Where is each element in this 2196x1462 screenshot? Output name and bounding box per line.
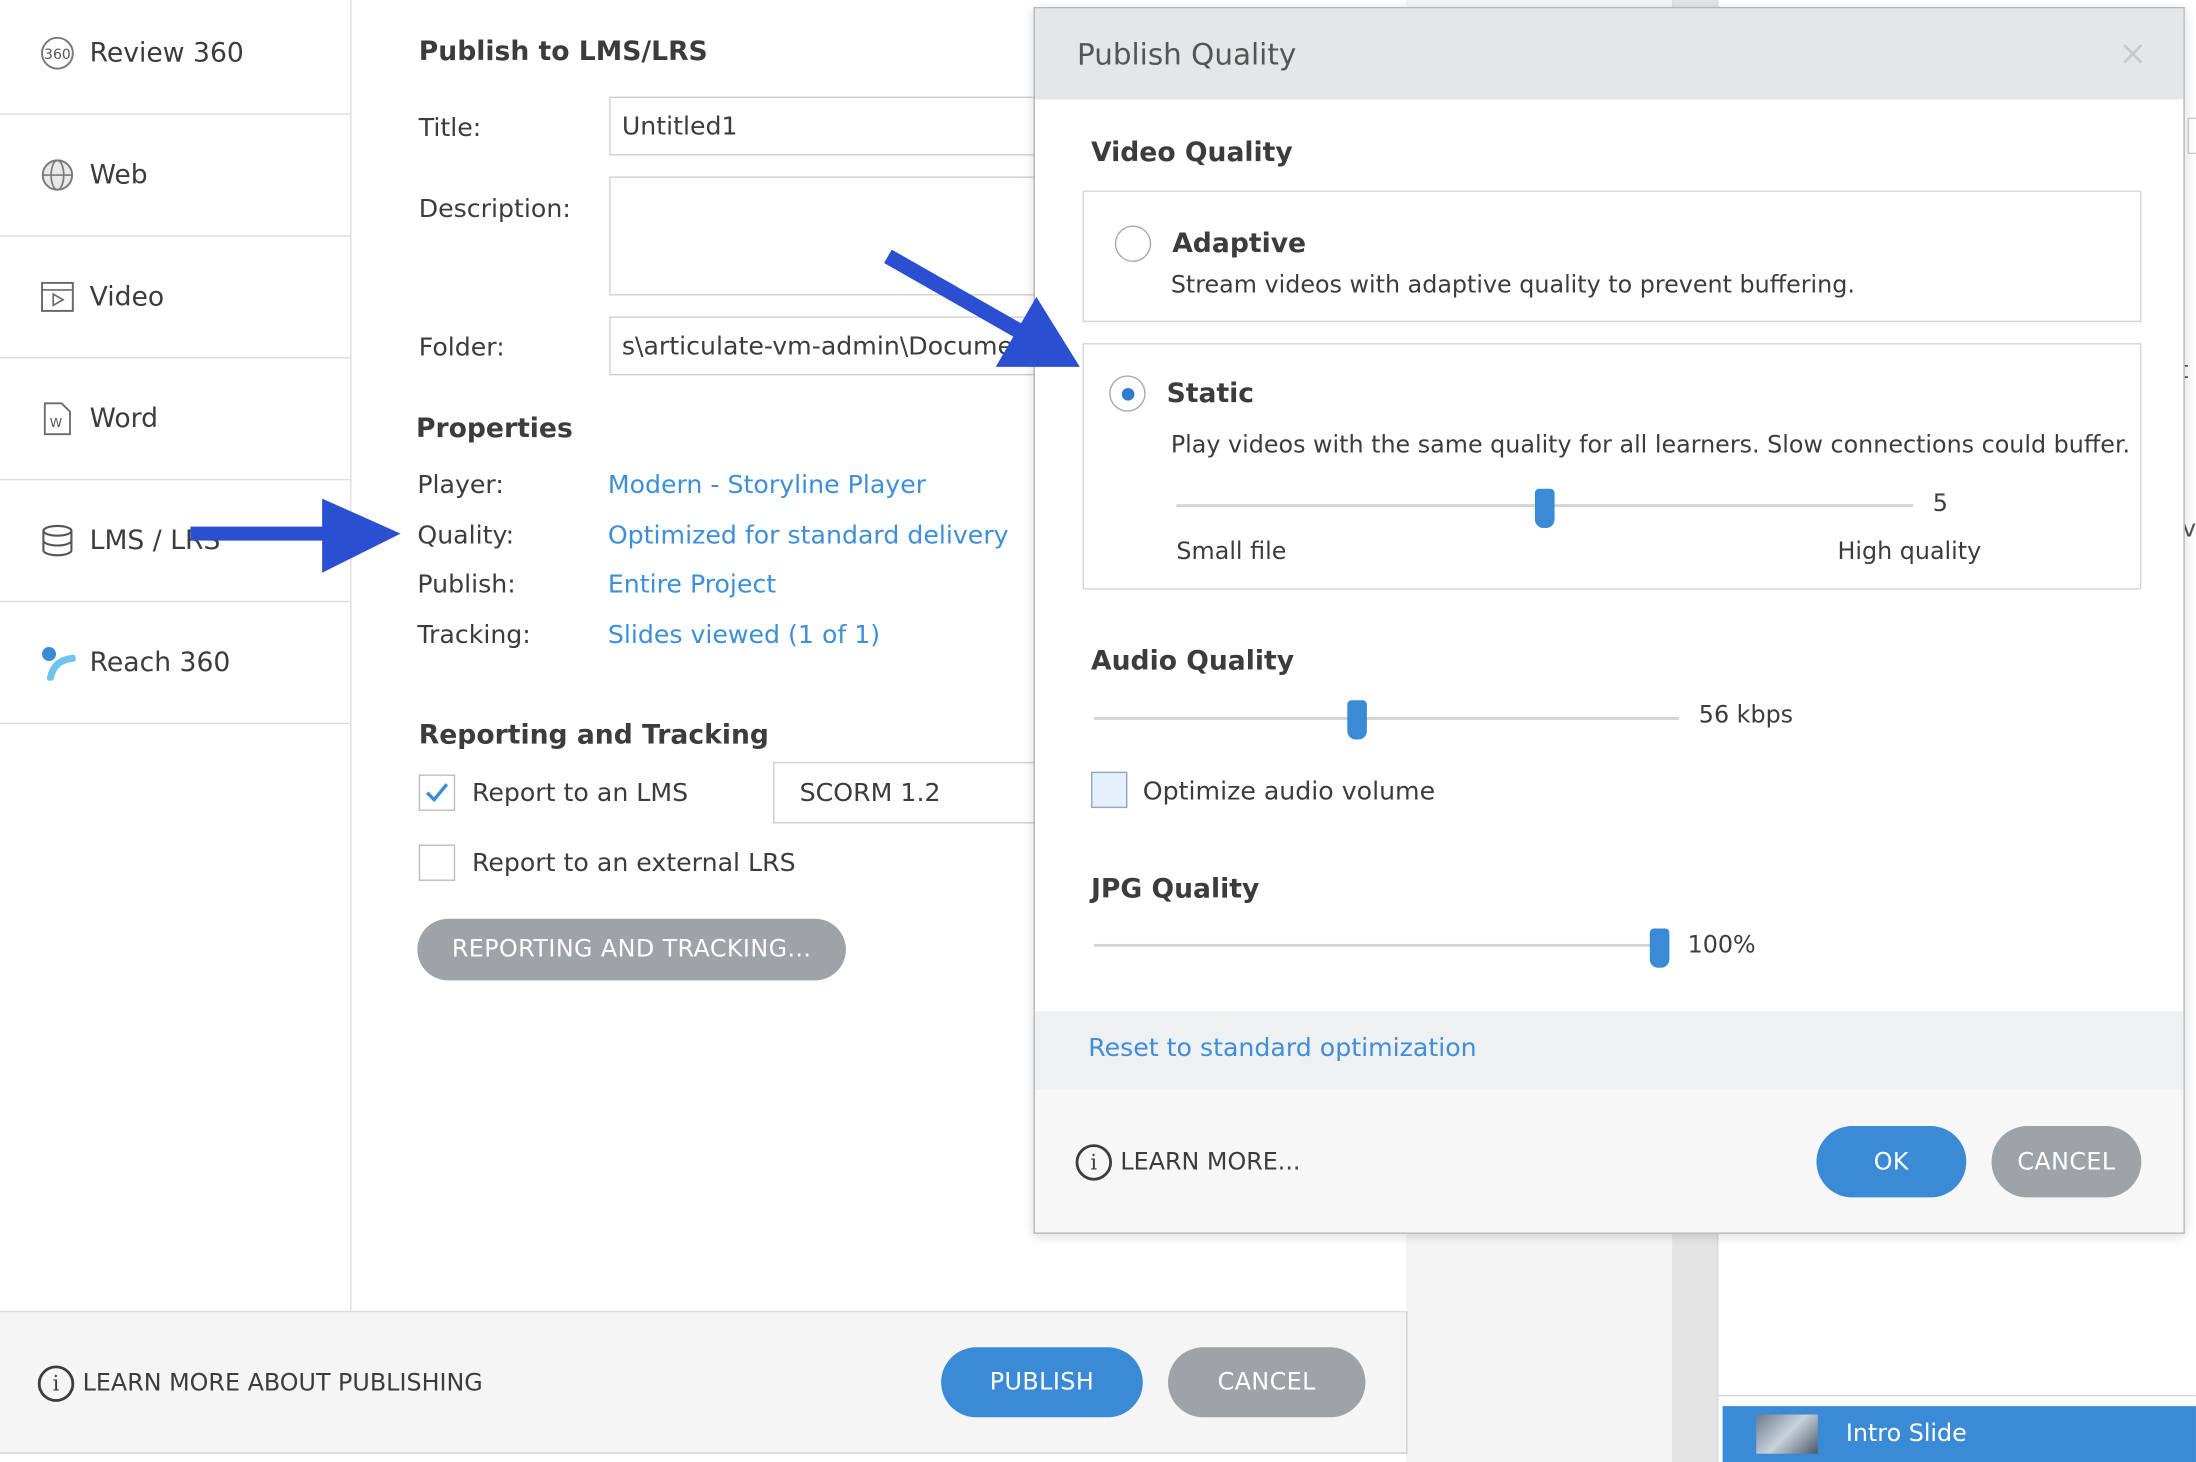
arrow-to-quality-icon: [190, 498, 401, 573]
annotation-arrows: [190, 249, 1080, 573]
arrow-to-static-icon: [884, 249, 1080, 367]
